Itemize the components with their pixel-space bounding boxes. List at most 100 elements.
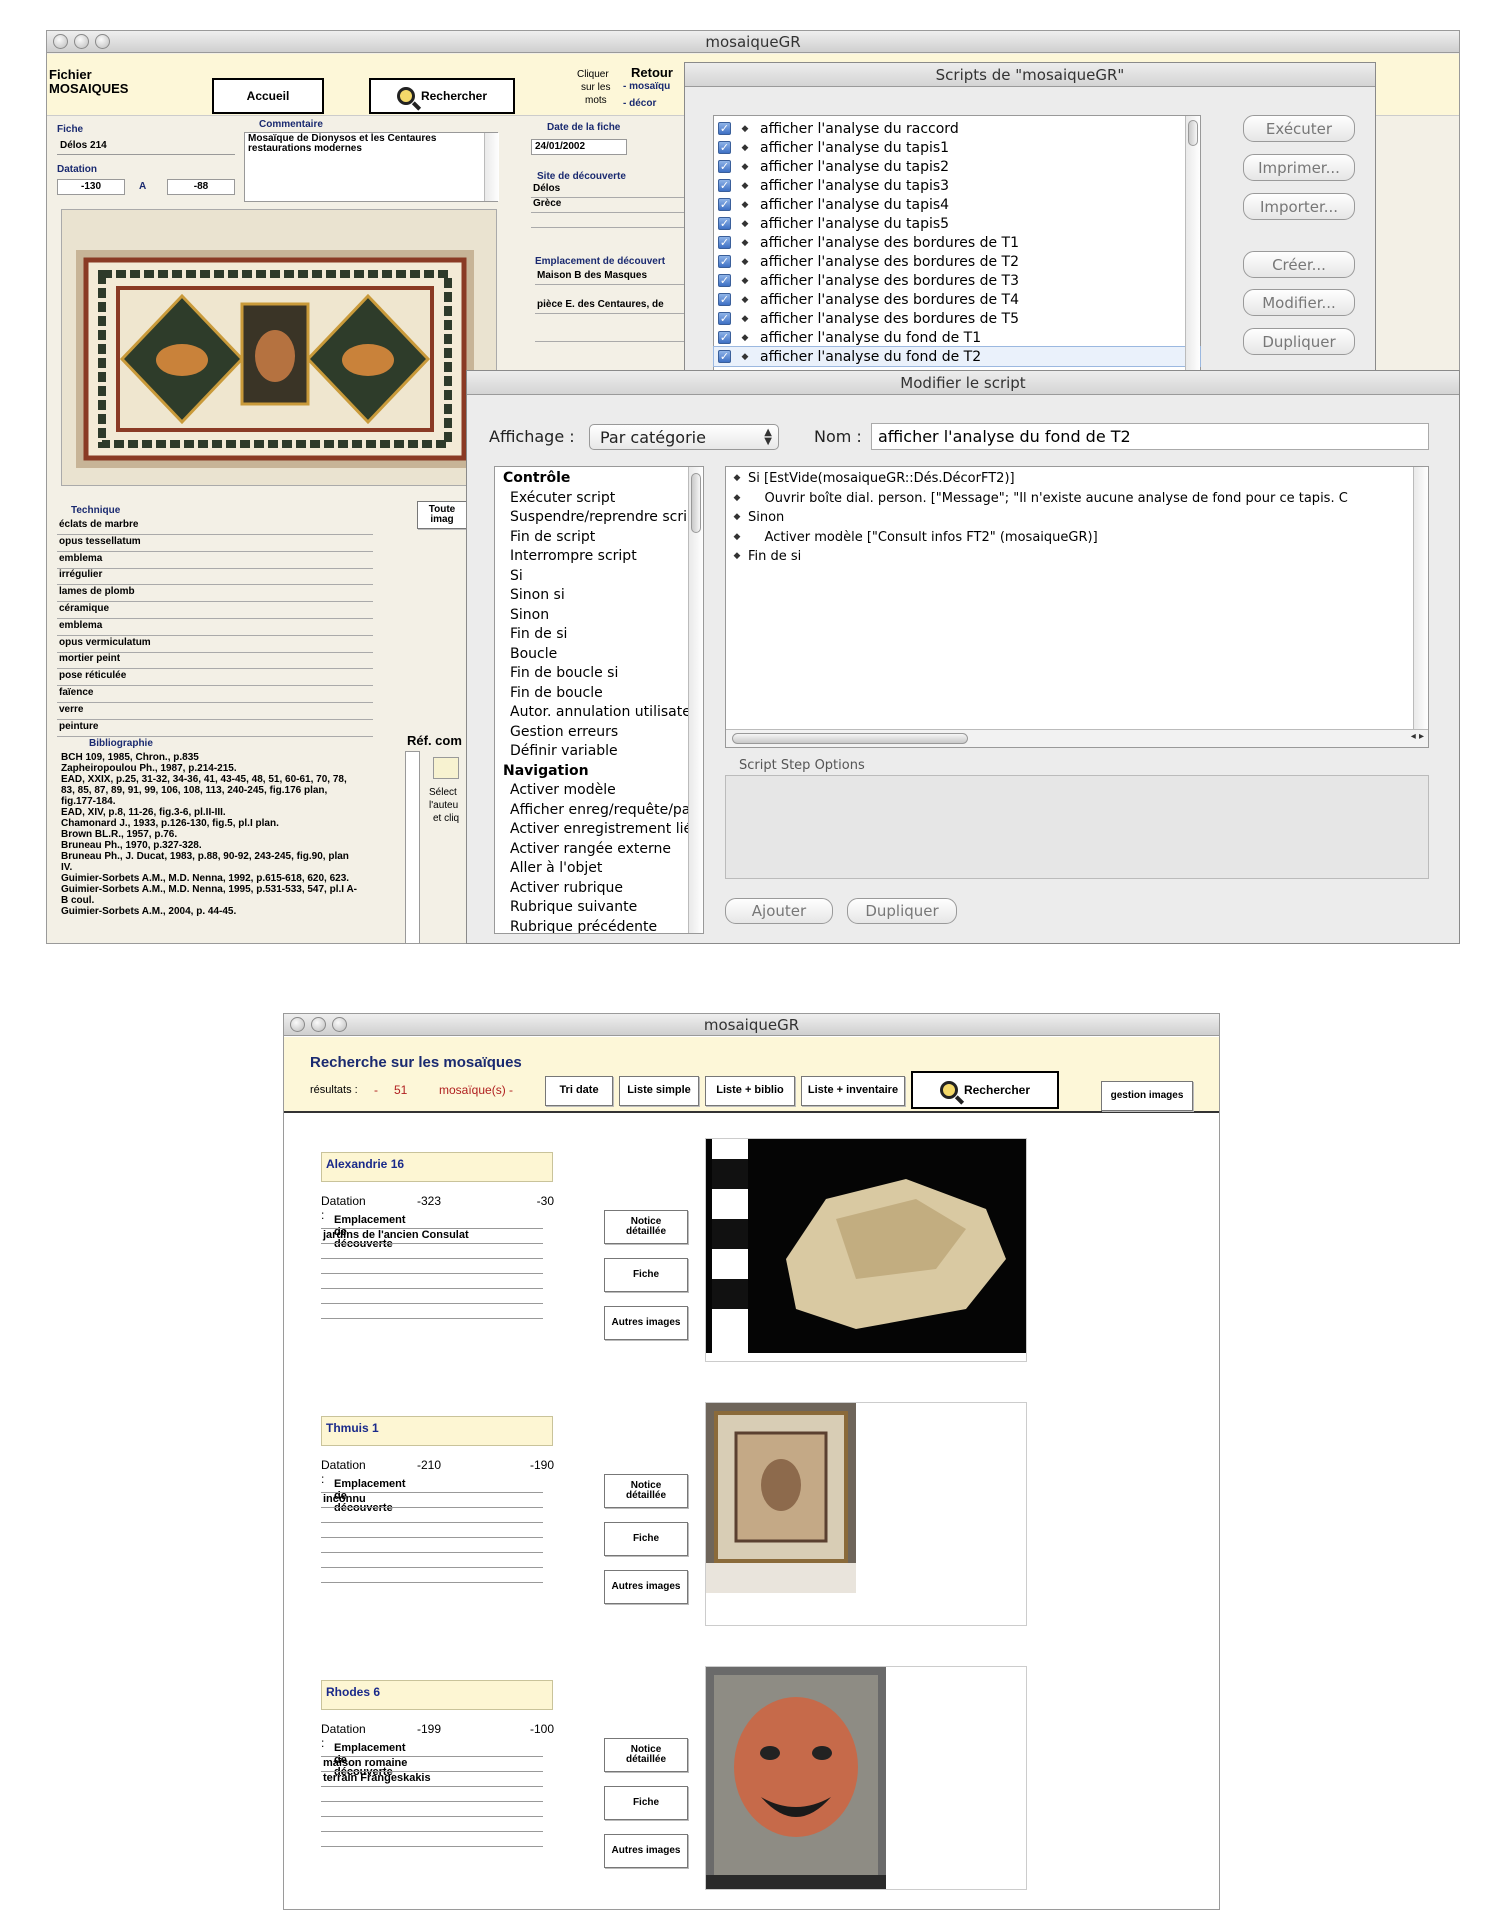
close-icon[interactable] <box>53 34 68 49</box>
minimize-icon[interactable] <box>74 34 89 49</box>
checkbox-icon[interactable]: ✓ <box>718 331 731 344</box>
script-row[interactable]: ✓ ◆ afficher l'analyse du tapis5 <box>714 214 1200 233</box>
drag-handle-icon[interactable]: ◆ <box>738 143 752 153</box>
step-category[interactable]: Navigation <box>495 762 703 782</box>
home-button[interactable]: Accueil <box>212 78 324 114</box>
fiche-field[interactable]: Délos 214 <box>57 139 235 155</box>
step-item[interactable]: Activer modèle <box>495 781 703 801</box>
technique-item[interactable]: emblema <box>57 553 373 569</box>
create-button[interactable]: Créer... <box>1243 251 1355 278</box>
fiche-button[interactable]: Fiche <box>604 1258 688 1292</box>
bibliography-scrollbar[interactable] <box>405 751 420 943</box>
step-item[interactable]: Sinon <box>495 606 703 626</box>
execute-button[interactable]: Exécuter <box>1243 115 1355 142</box>
location-line[interactable] <box>321 1817 543 1832</box>
detailed-notice-button[interactable]: Notice détaillée <box>604 1474 688 1508</box>
drag-handle-icon[interactable]: ◆ <box>738 200 752 210</box>
drag-handle-icon[interactable]: ◆ <box>730 489 744 509</box>
simple-list-button[interactable]: Liste simple <box>619 1076 699 1106</box>
location-line[interactable] <box>321 1538 543 1553</box>
location-line[interactable]: jardins de l'ancien Consulat <box>321 1229 543 1244</box>
drag-handle-icon[interactable]: ◆ <box>738 257 752 267</box>
drag-handle-icon[interactable]: ◆ <box>730 469 744 489</box>
checkbox-icon[interactable]: ✓ <box>718 198 731 211</box>
location-line[interactable] <box>321 1568 543 1583</box>
step-scroll-thumb[interactable] <box>691 473 701 533</box>
script-row[interactable]: ✓ ◆ afficher l'analyse des bordures de T4 <box>714 290 1200 309</box>
technique-item[interactable]: faïence <box>57 687 373 703</box>
script-row[interactable]: ✓ ◆ afficher l'analyse du tapis3 <box>714 176 1200 195</box>
date-from-field[interactable]: -130 <box>57 179 125 195</box>
location-line[interactable] <box>321 1523 543 1538</box>
step-item[interactable]: Sinon si <box>495 586 703 606</box>
sort-date-button[interactable]: Tri date <box>545 1076 613 1106</box>
script-step-line[interactable]: ◆ Si [EstVide(mosaiqueGR::Dés.DécorFT2)] <box>730 469 1424 489</box>
view-select[interactable]: Par catégorie ▲ ▼ <box>589 424 779 450</box>
drag-handle-icon[interactable]: ◆ <box>738 295 752 305</box>
script-name-field[interactable]: afficher l'analyse du fond de T2 <box>871 423 1429 450</box>
technique-item[interactable]: lames de plomb <box>57 586 373 603</box>
script-row[interactable]: ✓ ◆ afficher l'analyse des bordures de T5 <box>714 309 1200 328</box>
hscroll-arrows-icon[interactable]: ◂ ▸ <box>1411 731 1424 742</box>
return-link-mosaique[interactable]: - mosaïqu <box>623 81 670 92</box>
zoom-icon[interactable] <box>95 34 110 49</box>
editor-scrollbar[interactable] <box>1413 467 1428 729</box>
location-line[interactable]: terrain Frangeskakis <box>321 1772 543 1787</box>
script-step-line[interactable]: ◆ Ouvrir boîte dial. person. ["Message";… <box>730 489 1424 509</box>
window-controls[interactable] <box>290 1017 347 1032</box>
manage-images-button[interactable]: gestion images <box>1101 1081 1193 1111</box>
technique-item[interactable]: peinture <box>57 721 373 737</box>
location-line[interactable]: maison romaine <box>321 1757 543 1772</box>
step-item[interactable]: Activer rubrique <box>495 879 703 899</box>
step-category[interactable]: Contrôle <box>495 469 703 489</box>
drag-handle-icon[interactable]: ◆ <box>738 314 752 324</box>
drag-handle-icon[interactable]: ◆ <box>738 276 752 286</box>
technique-item[interactable]: mortier peint <box>57 653 373 670</box>
technique-item[interactable]: opus tessellatum <box>57 536 373 552</box>
step-item[interactable]: Fin de si <box>495 625 703 645</box>
step-item[interactable]: Boucle <box>495 645 703 665</box>
all-images-button[interactable]: Toute imag <box>417 501 467 529</box>
script-step-line[interactable]: ◆ Activer modèle ["Consult infos FT2" (m… <box>730 528 1424 548</box>
other-images-button[interactable]: Autres images <box>604 1306 688 1340</box>
checkbox-icon[interactable]: ✓ <box>718 141 731 154</box>
script-row[interactable]: ✓ ◆ afficher l'analyse des bordures de T1 <box>714 233 1200 252</box>
minimize-icon[interactable] <box>311 1017 326 1032</box>
comment-field[interactable]: Mosaïque de Dionysos et les Centaures re… <box>244 132 498 202</box>
search-button[interactable]: Rechercher <box>911 1071 1059 1109</box>
editor-hscrollbar[interactable]: ◂ ▸ <box>726 729 1428 747</box>
other-images-button[interactable]: Autres images <box>604 1570 688 1604</box>
step-item[interactable]: Rubrique précédente <box>495 918 703 934</box>
step-item[interactable]: Suspendre/reprendre script <box>495 508 703 528</box>
location-line[interactable] <box>321 1289 543 1304</box>
detailed-notice-button[interactable]: Notice détaillée <box>604 1210 688 1244</box>
duplicate-step-button[interactable]: Dupliquer <box>847 898 957 924</box>
checkbox-icon[interactable]: ✓ <box>718 160 731 173</box>
location-line[interactable] <box>321 1508 543 1523</box>
step-item[interactable]: Activer enregistrement lié <box>495 820 703 840</box>
location-line[interactable] <box>321 1802 543 1817</box>
checkbox-icon[interactable]: ✓ <box>718 255 731 268</box>
window-controls[interactable] <box>53 34 110 49</box>
checkbox-icon[interactable]: ✓ <box>718 217 731 230</box>
location-line[interactable] <box>321 1553 543 1568</box>
zoom-icon[interactable] <box>332 1017 347 1032</box>
return-link-decor[interactable]: - décor <box>623 98 656 109</box>
script-row[interactable]: ✓ ◆ afficher l'analyse du tapis4 <box>714 195 1200 214</box>
scripts-scroll-thumb[interactable] <box>1188 120 1198 146</box>
technique-item[interactable]: céramique <box>57 603 373 619</box>
step-item[interactable]: Définir variable <box>495 742 703 762</box>
other-images-button[interactable]: Autres images <box>604 1834 688 1868</box>
search-button[interactable]: Rechercher <box>369 78 515 114</box>
script-row[interactable]: ✓ ◆ afficher l'analyse du tapis1 <box>714 138 1200 157</box>
step-item[interactable]: Exécuter script <box>495 489 703 509</box>
location-line[interactable] <box>321 1244 543 1259</box>
technique-item[interactable]: pose réticulée <box>57 670 373 687</box>
script-row[interactable]: ✓ ◆ afficher l'analyse des bordures de T3 <box>714 271 1200 290</box>
import-button[interactable]: Importer... <box>1243 193 1355 220</box>
location-line[interactable] <box>321 1274 543 1289</box>
drag-handle-icon[interactable]: ◆ <box>738 352 752 362</box>
script-row[interactable]: ✓ ◆ afficher l'analyse du raccord <box>714 119 1200 138</box>
technique-item[interactable]: éclats de marbre <box>57 519 373 535</box>
checkbox-icon[interactable]: ✓ <box>718 274 731 287</box>
